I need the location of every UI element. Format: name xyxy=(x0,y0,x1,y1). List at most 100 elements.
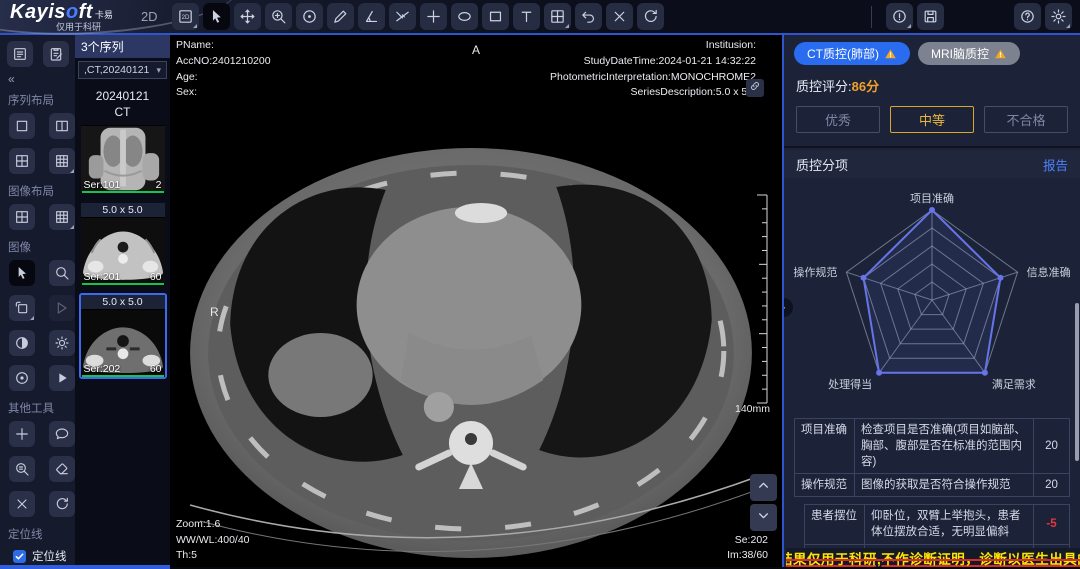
overlay-study-info: Institusion:StudyDateTime:2024-01-21 14:… xyxy=(550,38,756,101)
sidebar-collapse-button[interactable]: « xyxy=(0,69,75,87)
target-dot-button[interactable] xyxy=(9,365,35,391)
cobb-angle-icon xyxy=(394,8,411,25)
pan-button[interactable] xyxy=(234,3,261,30)
layout-2x2-button[interactable] xyxy=(9,148,35,174)
view-mode-label: 2D xyxy=(141,9,158,24)
pointer-button[interactable] xyxy=(9,260,35,286)
qc-subsection-title: 质控分项 xyxy=(796,155,848,174)
thumbnail-footer: Ser:1012 xyxy=(81,179,165,191)
checkbox-label: 定位线 xyxy=(32,548,67,564)
warning-icon xyxy=(884,48,897,60)
panel-list-button[interactable] xyxy=(7,41,33,67)
magnifier-text-button[interactable] xyxy=(9,456,35,482)
grade-button-中等[interactable]: 中等 xyxy=(890,106,974,133)
view-2d-button[interactable]: 2D xyxy=(172,3,199,30)
series-count-label: 3个序列 xyxy=(75,35,170,58)
qc-score-value: 86分 xyxy=(852,79,879,94)
item-description: 仰卧位，双臂上举抱头，患者体位摆放合适，无明显偏斜 xyxy=(865,505,1033,543)
chevron-down-icon xyxy=(757,509,770,527)
qc-tab-MRI脑质控[interactable]: MRI脑质控 xyxy=(918,42,1020,65)
panel-right-scrollbar-thumb[interactable] xyxy=(1075,303,1079,461)
play-triangle-icon xyxy=(54,370,70,386)
cobb-angle-button[interactable] xyxy=(389,3,416,30)
undo-button[interactable] xyxy=(575,3,602,30)
eraser-button[interactable] xyxy=(49,456,75,482)
thumbnail-footer: Ser:20260 xyxy=(81,363,165,375)
ellipse-button[interactable] xyxy=(451,3,478,30)
settings-gear-icon xyxy=(1050,8,1067,25)
item-name: 操作规范 xyxy=(795,474,855,496)
series-dropdown[interactable]: ,CT,20240121 ▾ xyxy=(78,61,167,79)
text-annotation-button[interactable] xyxy=(513,3,540,30)
layout-2x2-icon xyxy=(14,209,30,225)
close-x-button[interactable] xyxy=(9,491,35,517)
help-circle-button[interactable] xyxy=(1014,3,1041,30)
comment-bubble-icon xyxy=(54,426,70,442)
reset-rotate-button[interactable] xyxy=(49,491,75,517)
layout-3x3-button[interactable] xyxy=(49,148,75,174)
series-thumbnail-Ser-201[interactable]: 5.0 x 5.0Ser:20160 xyxy=(79,201,167,287)
pointer-icon xyxy=(208,8,225,25)
zoom-in-button[interactable] xyxy=(265,3,292,30)
penalty-score: -5 xyxy=(1033,505,1069,543)
qc-score-table: 项目准确检查项目是否准确(项目如脑部、胸部、腹部是否在标准的范围内容)20操作规… xyxy=(794,418,1070,567)
zoom-in-icon xyxy=(270,8,287,25)
save-disk-icon xyxy=(922,8,939,25)
sidebar-section-title: 定位线 xyxy=(0,521,75,545)
layout-2x2-button[interactable] xyxy=(9,204,35,230)
reset-rotate-button[interactable] xyxy=(637,3,664,30)
chevron-down-icon: ▾ xyxy=(156,65,161,76)
qc-panel: › CT质控(肺部)MRI脑质控 质控评分:86分 优秀中等不合格 质控分项 报… xyxy=(782,35,1080,567)
app-logo: Kayisoft 卡易 仅用于科研 xyxy=(10,2,113,32)
series-thumbnail-Ser-101[interactable]: Ser:1012 xyxy=(79,123,167,195)
help-circle-icon xyxy=(1019,8,1036,25)
play-triangle-button[interactable] xyxy=(49,365,75,391)
view-2d-icon: 2D xyxy=(177,8,194,25)
qc-tab-label: CT质控(肺部) xyxy=(807,45,879,62)
qc-tab-CT质控(肺部)[interactable]: CT质控(肺部) xyxy=(794,42,910,65)
crosshair-button[interactable] xyxy=(420,3,447,30)
info-circle-button[interactable] xyxy=(886,3,913,30)
comment-bubble-button[interactable] xyxy=(49,421,75,447)
rotate-crop-button[interactable] xyxy=(9,295,35,321)
windowing-target-button[interactable] xyxy=(296,3,323,30)
report-link[interactable]: 报告 xyxy=(1043,155,1068,174)
checkbox-定位线[interactable]: 定位线 xyxy=(0,545,75,567)
delete-x-button[interactable] xyxy=(606,3,633,30)
grade-button-优秀[interactable]: 优秀 xyxy=(796,106,880,133)
overlay-patient-info: PName:AccNO:2401210200Age:Sex: xyxy=(176,38,271,101)
angle-button[interactable] xyxy=(358,3,385,30)
sidebar-tool-grid xyxy=(0,419,75,521)
panel-left-scrollbar-thumb[interactable] xyxy=(782,353,784,395)
scroll-up-button[interactable] xyxy=(750,474,777,501)
tool-sidebar: « 序列布局图像布局图像其他工具 定位线定位线同步图像ID同步位置同步手动同步缩… xyxy=(0,35,75,567)
series-link-button[interactable] xyxy=(746,79,764,97)
invert-circle-button[interactable] xyxy=(9,330,35,356)
sidebar-section-title: 图像布局 xyxy=(0,178,75,202)
layout-1x2-button[interactable] xyxy=(49,113,75,139)
layout-3x3-button[interactable] xyxy=(49,204,75,230)
thumbnail-footer: Ser:20160 xyxy=(81,271,165,283)
thumbnail-progress-line xyxy=(82,191,164,193)
series-thumbnail-Ser-202[interactable]: 5.0 x 5.0Ser:20260 xyxy=(79,293,167,379)
close-x-icon xyxy=(14,496,30,512)
layout-grid-icon xyxy=(549,8,566,25)
thumbnail-progress-line xyxy=(82,375,164,377)
flag-play-button[interactable] xyxy=(49,295,75,321)
layout-grid-button[interactable] xyxy=(544,3,571,30)
grade-button-不合格[interactable]: 不合格 xyxy=(984,106,1068,133)
settings-gear-button[interactable] xyxy=(1045,3,1072,30)
save-disk-button[interactable] xyxy=(917,3,944,30)
brightness-sun-button[interactable] xyxy=(49,330,75,356)
crosshair-button[interactable] xyxy=(9,421,35,447)
magnifier-button[interactable] xyxy=(49,260,75,286)
ct-image-viewport[interactable]: PName:AccNO:2401210200Age:Sex: Institusi… xyxy=(170,35,782,567)
rectangle-button[interactable] xyxy=(482,3,509,30)
pencil-button[interactable] xyxy=(327,3,354,30)
table-row: 操作规范图像的获取是否符合操作规范20 xyxy=(794,474,1070,497)
report-clipboard-button[interactable] xyxy=(43,41,69,67)
scroll-down-button[interactable] xyxy=(750,504,777,531)
pointer-button[interactable] xyxy=(203,3,230,30)
report-clipboard-icon xyxy=(48,46,64,62)
layout-1x1-button[interactable] xyxy=(9,113,35,139)
